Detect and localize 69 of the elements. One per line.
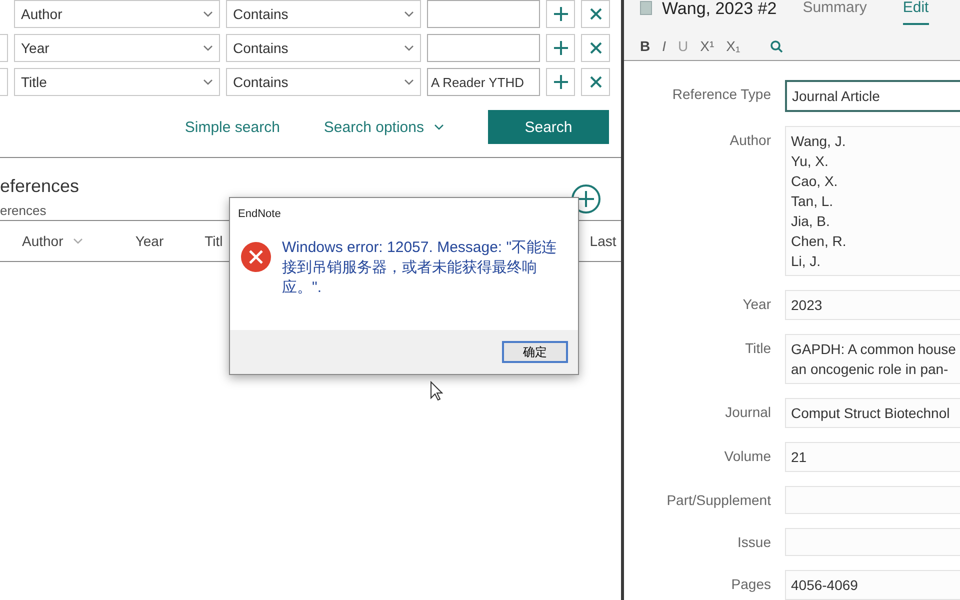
column-header[interactable]: Author <box>22 233 88 249</box>
simple-search-link[interactable]: Simple search <box>184 118 280 136</box>
input-field[interactable] <box>785 528 960 556</box>
field-dropdown[interactable]: Author <box>14 0 220 28</box>
column-header[interactable]: Last <box>590 233 621 249</box>
error-message: Windows error: 12057. Message: "不能连接到吊销服务器，或者未能获得最终响应。". <box>282 238 558 298</box>
input-field[interactable]: Comput Struct Biotechnol <box>785 398 960 428</box>
chevron-down-icon <box>404 79 414 85</box>
plus-icon <box>552 74 568 90</box>
search-input[interactable] <box>427 0 540 28</box>
subscript-button[interactable]: X₁ <box>726 38 740 54</box>
operator-dropdown[interactable]: Contains <box>226 34 421 62</box>
tab[interactable]: Edit <box>902 0 929 25</box>
chevron-down-icon <box>203 79 213 85</box>
search-icon[interactable] <box>770 40 784 52</box>
field-dropdown[interactable]: Title <box>14 68 220 96</box>
field-dropdown[interactable]: Year <box>14 34 220 62</box>
field-label: Author <box>728 131 771 150</box>
search-input[interactable] <box>427 34 540 62</box>
operator-dropdown[interactable]: Contains <box>226 0 421 28</box>
input-field[interactable] <box>785 486 960 514</box>
remove-button[interactable] <box>581 68 610 96</box>
operator-dropdown[interactable]: Contains <box>226 68 421 96</box>
ok-button[interactable]: 确定 <box>502 341 568 363</box>
group-title: eferences <box>0 176 80 197</box>
close-icon <box>590 76 602 88</box>
search-input[interactable]: A Reader YTHD <box>427 68 540 96</box>
superscript-button[interactable]: X¹ <box>700 38 714 54</box>
chevron-down-icon <box>434 124 444 130</box>
field-label: Part/Supplement <box>666 491 771 510</box>
column-header[interactable]: Year <box>135 233 167 249</box>
input-field[interactable]: GAPDH: A common house an oncogenic role in pan- <box>785 334 960 384</box>
add-circle-icon[interactable] <box>571 184 601 214</box>
tab[interactable]: Summary <box>802 0 867 25</box>
close-icon <box>590 42 602 54</box>
document-icon <box>640 1 652 15</box>
group-subtitle: erences <box>0 203 48 218</box>
chevron-down-icon <box>404 11 414 17</box>
chevron-down-icon <box>203 45 213 51</box>
input-field[interactable]: Journal Article <box>785 80 960 112</box>
input-field[interactable]: 2023 <box>785 290 960 320</box>
add-button[interactable] <box>546 34 575 62</box>
field-label: Volume <box>723 447 771 466</box>
field-label: Reference Type <box>671 85 771 104</box>
field-label: Title <box>744 339 771 358</box>
plus-icon <box>552 40 568 56</box>
plus-icon <box>552 6 568 22</box>
dialog-title: EndNote <box>237 207 282 222</box>
chevron-down-icon <box>404 45 414 51</box>
search-button[interactable]: Search <box>488 110 609 144</box>
input-field[interactable]: 21 <box>785 442 960 472</box>
reference-title: Wang, 2023 #2 <box>662 0 777 18</box>
add-button[interactable] <box>546 68 575 96</box>
chevron-down-icon <box>203 11 213 17</box>
field-label: Year <box>742 295 771 314</box>
field-label: Issue <box>736 533 771 552</box>
pointer-icon <box>430 381 443 401</box>
field-label: Pages <box>730 575 771 594</box>
remove-button[interactable] <box>581 0 610 28</box>
remove-button[interactable] <box>581 34 610 62</box>
field-label: Journal <box>724 403 771 422</box>
add-button[interactable] <box>546 0 575 28</box>
search-options-button[interactable]: Search options <box>324 118 444 136</box>
italic-button[interactable]: I <box>662 38 666 54</box>
error-icon <box>240 241 272 273</box>
input-field[interactable]: Wang, J. Yu, X. Cao, X. Tan, L. Jia, B. Chen, R. Li, J. <box>785 126 960 276</box>
close-icon <box>590 8 602 20</box>
input-field[interactable]: 4056-4069 <box>785 570 960 600</box>
bold-button[interactable]: B <box>640 38 650 54</box>
